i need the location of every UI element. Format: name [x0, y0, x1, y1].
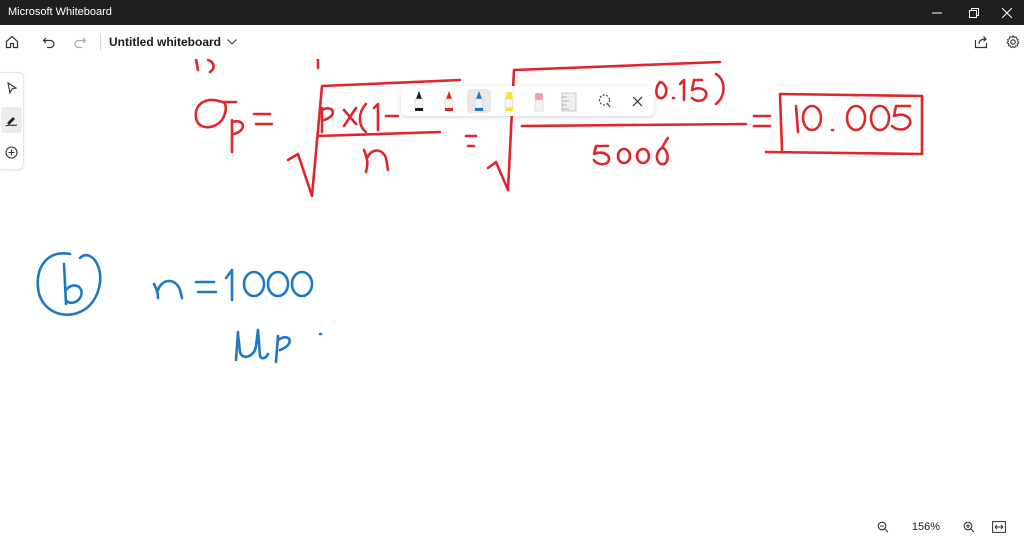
app-title: Microsoft Whiteboard: [8, 6, 112, 18]
home-button[interactable]: [0, 30, 24, 54]
zoom-in-icon: [963, 521, 975, 533]
zoom-out-button[interactable]: [872, 516, 894, 538]
select-arrow-icon: [6, 82, 17, 94]
toolbar-divider: [100, 34, 101, 50]
red-pen-tool[interactable]: [437, 89, 461, 113]
redo-icon: [74, 37, 87, 49]
select-tool-button[interactable]: [1, 75, 22, 101]
black-pen-icon: [414, 91, 424, 111]
settings-button[interactable]: [1001, 30, 1024, 54]
red-pen-icon: [444, 91, 454, 111]
blue-ink-strokes: [36, 252, 323, 364]
lasso-icon: [598, 94, 611, 108]
board-name: Untitled whiteboard: [109, 35, 221, 49]
highlighter-icon: [504, 92, 514, 111]
title-bar: Microsoft Whiteboard: [0, 0, 1024, 25]
board-name-menu[interactable]: Untitled whiteboard: [109, 35, 237, 49]
zoom-controls: 156%: [872, 516, 1024, 538]
restore-button[interactable]: [957, 0, 991, 25]
restore-icon: [969, 7, 979, 18]
minimize-icon: [932, 12, 942, 13]
left-tool-rail: [0, 72, 24, 170]
share-button[interactable]: [969, 30, 993, 54]
undo-icon: [42, 37, 55, 49]
chevron-down-icon: [227, 39, 237, 45]
close-icon: [1002, 7, 1012, 18]
highlighter-tool[interactable]: [497, 89, 521, 113]
fit-to-screen-button[interactable]: [988, 516, 1010, 538]
close-icon: [632, 96, 642, 106]
inking-tool-button[interactable]: [1, 107, 22, 133]
ruler-icon: [561, 92, 577, 112]
whiteboard-canvas[interactable]: [0, 59, 1024, 538]
blue-pen-icon: [474, 91, 484, 111]
fit-width-icon: [992, 521, 1006, 533]
share-icon: [974, 36, 988, 49]
blue-pen-tool[interactable]: [467, 89, 491, 113]
zoom-out-icon: [877, 521, 889, 533]
eraser-icon: [534, 93, 544, 112]
ruler-tool[interactable]: [557, 89, 581, 113]
zoom-in-button[interactable]: [958, 516, 980, 538]
ink-layer: [36, 59, 924, 364]
black-pen-tool[interactable]: [407, 89, 431, 113]
add-content-button[interactable]: [1, 139, 22, 165]
inking-icon: [5, 116, 18, 126]
pen-tray: [401, 86, 654, 116]
minimize-button[interactable]: [920, 0, 954, 25]
eraser-tool[interactable]: [527, 89, 551, 113]
redo-button[interactable]: [68, 30, 92, 54]
undo-button[interactable]: [37, 30, 61, 54]
home-icon: [5, 35, 19, 49]
close-window-button[interactable]: [990, 0, 1024, 25]
close-tray-button[interactable]: [625, 89, 649, 113]
red-ink-strokes: [194, 59, 924, 198]
settings-icon: [1006, 35, 1020, 49]
zoom-level[interactable]: 156%: [894, 521, 958, 533]
add-icon: [5, 145, 18, 159]
lasso-select-tool[interactable]: [593, 89, 617, 113]
app-toolbar: Untitled whiteboard: [0, 25, 1024, 59]
